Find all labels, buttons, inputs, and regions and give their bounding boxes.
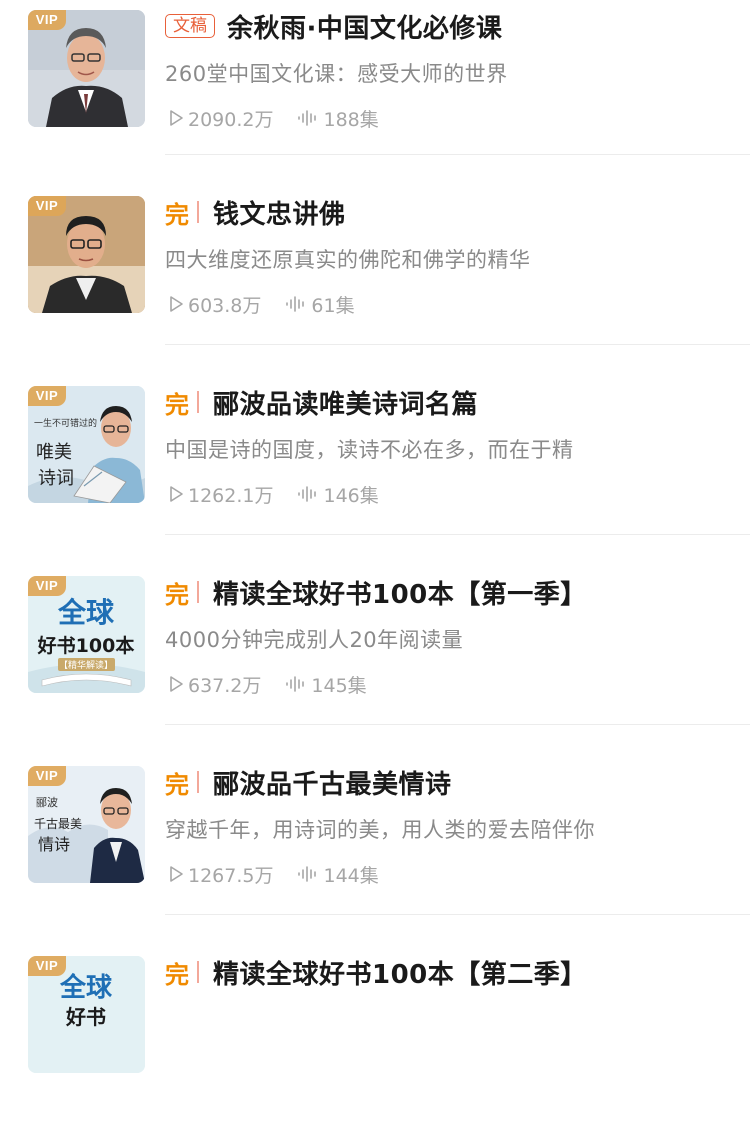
play-icon <box>170 110 183 126</box>
cover-text: 郦波 <box>36 796 58 809</box>
course-title[interactable]: 钱文忠讲佛 <box>213 194 346 231</box>
title-row: 完 钱文忠讲佛 <box>165 190 346 234</box>
tag-separator <box>197 201 199 223</box>
course-meta: 1262.1万 146集 <box>168 480 379 508</box>
vip-badge: VIP <box>28 956 66 976</box>
list-item[interactable]: 郦波 千古最美 情诗 VIP 完 郦波品千古最美情诗 穿越千年，用诗词的美，用人… <box>0 760 750 950</box>
course-subtitle: 中国是诗的国度，读诗不必在多，而在于精 <box>165 438 574 462</box>
play-count: 2090.2万 <box>188 108 274 131</box>
course-subtitle: 四大维度还原真实的佛陀和佛学的精华 <box>165 248 531 272</box>
audio-wave-icon <box>298 866 317 882</box>
list-item[interactable]: 一生不可错过的 唯美 诗词 VIP 完 郦波品读唯美诗词名篇 中国是诗的国度，读… <box>0 380 750 570</box>
tag-separator <box>197 581 199 603</box>
play-icon <box>170 676 183 692</box>
cover-text: 【精华解读】 <box>59 659 113 671</box>
audio-wave-icon <box>286 676 305 692</box>
vip-badge: VIP <box>28 386 66 406</box>
tag-separator <box>197 771 199 793</box>
divider <box>165 154 750 155</box>
course-title[interactable]: 郦波品读唯美诗词名篇 <box>213 384 478 421</box>
completed-tag: 完 <box>165 390 189 419</box>
tag-separator <box>197 391 199 413</box>
cover-text: 一生不可错过的 <box>34 417 97 429</box>
cover-text: 全球 <box>59 972 113 1003</box>
episode-count: 144集 <box>323 864 379 887</box>
divider <box>165 534 750 535</box>
title-row: 完 精读全球好书100本【第二季】 <box>165 950 587 994</box>
divider <box>165 914 750 915</box>
course-title[interactable]: 余秋雨·中国文化必修课 <box>227 8 502 45</box>
title-row: 完 郦波品读唯美诗词名篇 <box>165 380 478 424</box>
vip-badge: VIP <box>28 196 66 216</box>
course-meta: 603.8万 61集 <box>168 290 355 318</box>
play-icon <box>170 866 183 882</box>
list-item[interactable]: 全球 好书 VIP 完 精读全球好书100本【第二季】 <box>0 950 750 1140</box>
episode-count: 145集 <box>311 674 367 697</box>
course-meta: 637.2万 145集 <box>168 670 367 698</box>
cover-text: 千古最美 <box>34 816 82 831</box>
divider <box>165 344 750 345</box>
title-row: 完 郦波品千古最美情诗 <box>165 760 452 804</box>
episode-count: 188集 <box>323 108 379 131</box>
play-icon <box>170 486 183 502</box>
vip-badge: VIP <box>28 766 66 786</box>
course-title[interactable]: 精读全球好书100本【第一季】 <box>213 574 587 611</box>
play-icon <box>170 296 183 312</box>
course-cover[interactable]: 郦波 千古最美 情诗 VIP <box>28 766 145 883</box>
cover-text: 唯美 <box>36 442 72 463</box>
completed-tag: 完 <box>165 580 189 609</box>
course-subtitle: 4000分钟完成别人20年阅读量 <box>165 628 464 652</box>
play-count: 637.2万 <box>188 674 262 697</box>
title-row: 完 精读全球好书100本【第一季】 <box>165 570 587 614</box>
episode-count: 146集 <box>323 484 379 507</box>
title-row: 文稿 余秋雨·中国文化必修课 <box>165 4 502 48</box>
cover-text: 情诗 <box>38 835 70 854</box>
episode-count: 61集 <box>311 294 355 317</box>
course-title[interactable]: 精读全球好书100本【第二季】 <box>213 954 587 991</box>
course-title[interactable]: 郦波品千古最美情诗 <box>213 764 452 801</box>
list-item[interactable]: 全球 好书100本 【精华解读】 VIP 完 精读全球好书100本【第一季】 4… <box>0 570 750 760</box>
completed-tag: 完 <box>165 200 189 229</box>
course-subtitle: 260堂中国文化课：感受大师的世界 <box>165 62 508 86</box>
completed-tag: 完 <box>165 770 189 799</box>
play-count: 603.8万 <box>188 294 262 317</box>
vip-badge: VIP <box>28 10 66 30</box>
list-item[interactable]: VIP 完 钱文忠讲佛 四大维度还原真实的佛陀和佛学的精华 603.8万 61集 <box>0 190 750 380</box>
course-cover[interactable]: 全球 好书 VIP <box>28 956 145 1073</box>
play-count: 1262.1万 <box>188 484 274 507</box>
audio-wave-icon <box>286 296 305 312</box>
play-count: 1267.5万 <box>188 864 274 887</box>
course-meta: 1267.5万 144集 <box>168 860 379 888</box>
list-item[interactable]: VIP 文稿 余秋雨·中国文化必修课 260堂中国文化课：感受大师的世界 209… <box>0 4 750 194</box>
tag-separator <box>197 961 199 983</box>
divider <box>165 724 750 725</box>
audio-wave-icon <box>298 486 317 502</box>
cover-text: 诗词 <box>38 468 74 489</box>
cover-text: 全球 <box>57 596 115 629</box>
course-cover[interactable]: 一生不可错过的 唯美 诗词 VIP <box>28 386 145 503</box>
course-meta: 2090.2万 188集 <box>168 104 379 132</box>
course-cover[interactable]: 全球 好书100本 【精华解读】 VIP <box>28 576 145 693</box>
course-cover[interactable]: VIP <box>28 10 145 127</box>
course-list: VIP 文稿 余秋雨·中国文化必修课 260堂中国文化课：感受大师的世界 209… <box>0 0 750 1073</box>
course-cover[interactable]: VIP <box>28 196 145 313</box>
vip-badge: VIP <box>28 576 66 596</box>
transcript-tag: 文稿 <box>165 14 215 38</box>
cover-text: 好书100本 <box>37 634 135 657</box>
completed-tag: 完 <box>165 960 189 989</box>
course-subtitle: 穿越千年，用诗词的美，用人类的爱去陪伴你 <box>165 818 595 842</box>
cover-text: 好书 <box>65 1005 106 1029</box>
audio-wave-icon <box>298 110 317 126</box>
